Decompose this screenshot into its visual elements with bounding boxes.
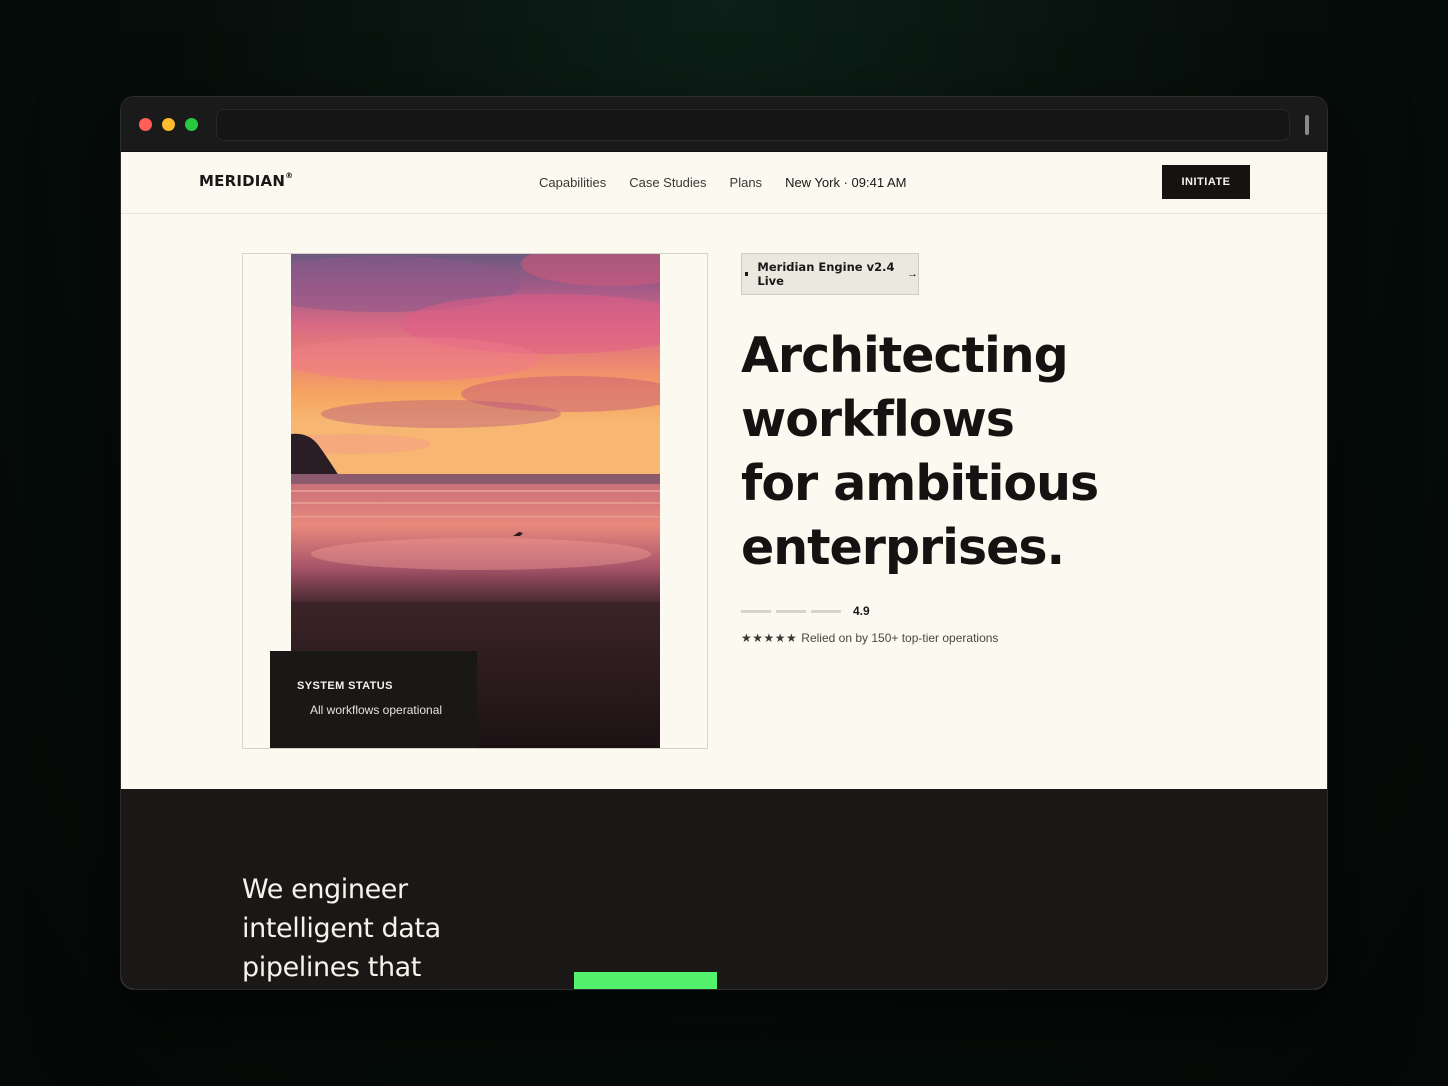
location-clock: New York · 09:41 AM (785, 175, 907, 190)
release-badge[interactable]: Meridian Engine v2.4 Live → (741, 253, 919, 295)
nav-link-capabilities[interactable]: Capabilities (539, 175, 606, 190)
maximize-window-button[interactable] (185, 118, 198, 131)
avatar-placeholder (741, 609, 771, 613)
browser-titlebar (121, 97, 1327, 152)
rating-row: 4.9 (741, 604, 870, 618)
hero-headline: Architecting workflows for ambitious ent… (741, 324, 1161, 580)
nav-links: Capabilities Case Studies Plans New York… (539, 175, 929, 190)
badge-label: Meridian Engine v2.4 Live (757, 260, 895, 288)
logo[interactable]: MERIDIAN® (199, 171, 294, 190)
avatar-placeholder (811, 609, 841, 613)
headline-line: enterprises. (741, 519, 1065, 576)
system-status-card: SYSTEM STATUS All workflows operational (270, 651, 477, 748)
rating-caption-text: Relied on by 150+ top-tier operations (801, 631, 999, 645)
close-window-button[interactable] (139, 118, 152, 131)
window-handle[interactable] (1305, 115, 1309, 135)
section-headline: We engineer intelligent data pipelines t… (242, 874, 441, 983)
star-rating-icon: ★★★★★ (741, 631, 798, 645)
logo-text: MERIDIAN (199, 172, 286, 190)
headline-line: workflows (741, 391, 1015, 448)
accent-bar (574, 972, 717, 989)
address-bar[interactable] (216, 109, 1290, 141)
bullet-icon (745, 272, 749, 276)
top-navigation: MERIDIAN® Capabilities Case Studies Plan… (121, 152, 1327, 214)
status-title: SYSTEM STATUS (297, 680, 393, 692)
headline-line: Architecting (741, 327, 1069, 384)
browser-window: MERIDIAN® Capabilities Case Studies Plan… (120, 96, 1328, 990)
rating-score: 4.9 (853, 604, 870, 618)
rating-caption: ★★★★★ Relied on by 150+ top-tier operatio… (741, 631, 998, 645)
dark-section: We engineer intelligent data pipelines t… (121, 789, 1327, 989)
web-page: MERIDIAN® Capabilities Case Studies Plan… (121, 152, 1327, 989)
nav-link-plans[interactable]: Plans (730, 175, 763, 190)
registered-mark: ® (285, 171, 294, 180)
headline-line: for ambitious (741, 455, 1099, 512)
nav-link-case-studies[interactable]: Case Studies (629, 175, 706, 190)
initiate-button[interactable]: INITIATE (1162, 165, 1250, 199)
arrow-right-icon: → (907, 268, 918, 280)
status-text: All workflows operational (310, 703, 443, 717)
minimize-window-button[interactable] (162, 118, 175, 131)
hero-image-frame: SYSTEM STATUS All workflows operational (242, 253, 708, 749)
avatar-placeholder (776, 609, 806, 613)
